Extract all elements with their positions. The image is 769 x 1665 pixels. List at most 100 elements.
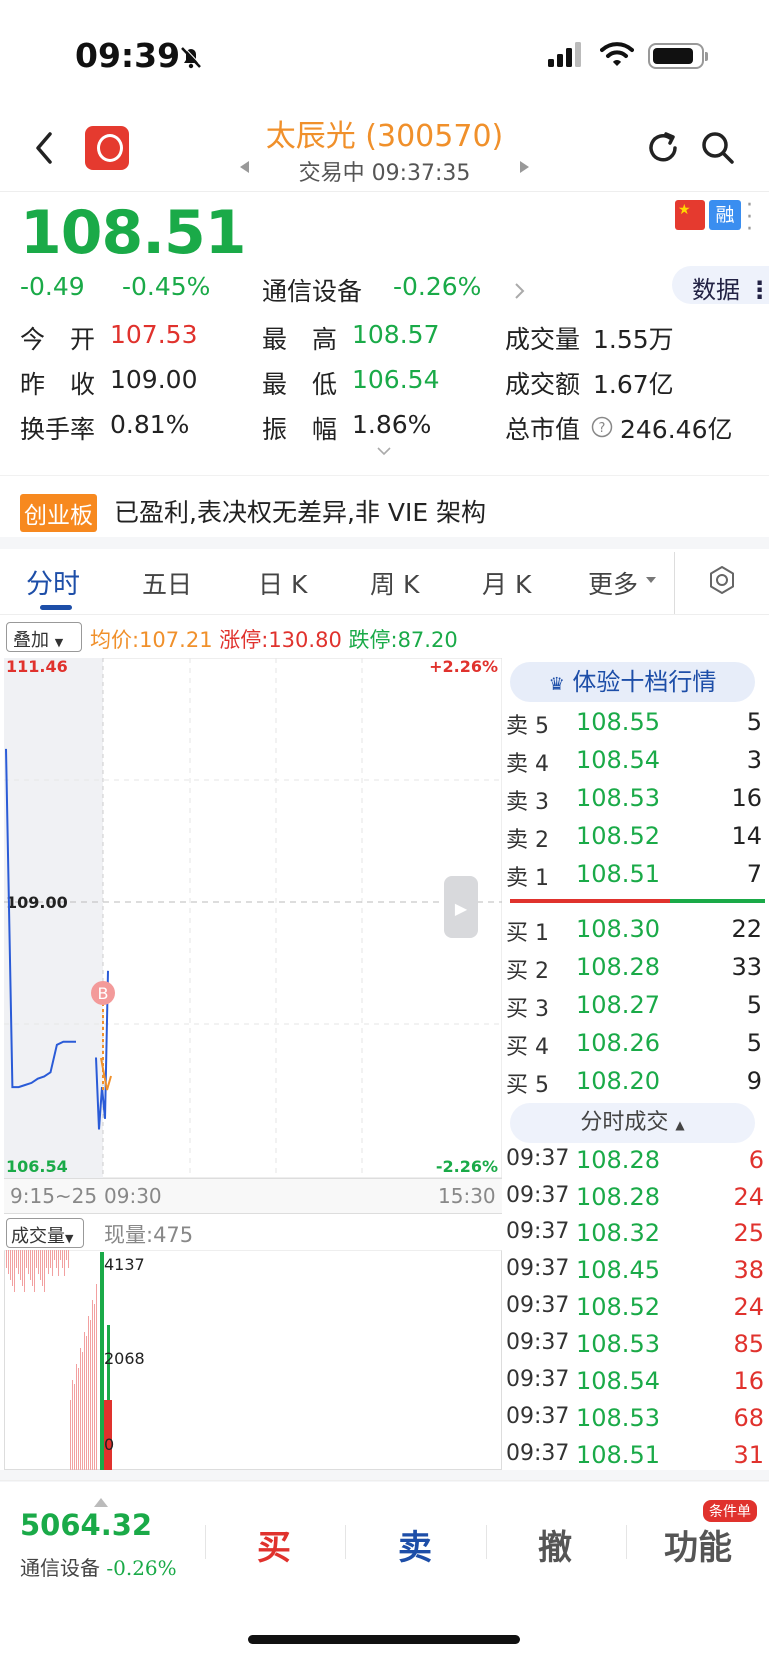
volume-dropdown[interactable]: 成交量▼ xyxy=(6,1218,84,1248)
trade-volume: 85 xyxy=(733,1330,764,1358)
tab-daily-k[interactable]: 日 K xyxy=(258,565,307,601)
gear-icon[interactable] xyxy=(706,564,738,596)
volume-bar xyxy=(42,1250,43,1286)
tab-weekly-k[interactable]: 周 K xyxy=(370,565,419,601)
search-icon[interactable] xyxy=(700,130,736,166)
bid-volume: 33 xyxy=(731,953,762,981)
volume-bar xyxy=(38,1250,39,1274)
trade-time: 09:37 xyxy=(506,1367,570,1392)
intraday-price-chart[interactable]: 111.46 +2.26% 109.00 106.54 -2.26% B ▶ xyxy=(4,658,502,1178)
data-button[interactable]: 数据 ⋮ xyxy=(672,266,769,304)
cellular-signal-icon xyxy=(548,42,581,67)
trade-price: 108.52 xyxy=(576,1293,660,1321)
volume-bar xyxy=(68,1250,69,1268)
volume-bar xyxy=(54,1250,55,1260)
function-button[interactable]: 功能 xyxy=(664,1520,732,1569)
ask-label: 卖 5 xyxy=(506,714,549,739)
tab-more[interactable]: 更多 xyxy=(588,565,638,601)
expand-chevron-icon[interactable] xyxy=(376,446,392,456)
volume-bar xyxy=(74,1384,75,1470)
index-info[interactable]: 通信设备 -0.26% xyxy=(20,1552,177,1581)
trade-time: 09:37 xyxy=(506,1219,570,1244)
tab-active-indicator xyxy=(40,605,72,610)
divider xyxy=(0,475,769,476)
bid-row: 买 2 108.28 33 xyxy=(504,953,764,989)
time-label-open: 09:30 xyxy=(104,1184,162,1208)
buy-button[interactable]: 买 xyxy=(257,1520,291,1569)
volume-bar xyxy=(76,1364,77,1470)
trade-price: 108.28 xyxy=(576,1183,660,1211)
ask-row: 卖 4 108.54 3 xyxy=(504,746,764,782)
conditional-order-badge: 条件单 xyxy=(703,1500,757,1522)
volume-bar xyxy=(6,1250,7,1268)
index-value[interactable]: 5064.32 xyxy=(20,1508,152,1542)
volume-bar xyxy=(48,1250,49,1274)
ask-price: 108.51 xyxy=(576,860,660,888)
cancel-order-button[interactable]: 撤 xyxy=(538,1520,572,1569)
volume-bar xyxy=(14,1250,15,1292)
volume-bar xyxy=(20,1250,21,1280)
bid-row: 买 3 108.27 5 xyxy=(504,991,764,1027)
help-icon[interactable]: ? xyxy=(591,416,613,438)
ask-label: 卖 2 xyxy=(506,828,549,853)
sell-button[interactable]: 卖 xyxy=(398,1520,432,1569)
tab-intraday[interactable]: 分时 xyxy=(26,562,80,601)
tab-five-day[interactable]: 五日 xyxy=(142,565,192,601)
status-time: 09:39 xyxy=(75,36,181,75)
bid-label: 买 3 xyxy=(506,997,549,1022)
volume-bar xyxy=(62,1250,63,1268)
trade-volume: 24 xyxy=(733,1183,764,1211)
stat-label-prev-close: 昨 收 xyxy=(20,370,96,399)
china-flag-icon: ★ xyxy=(675,200,705,230)
board-description: 已盈利,表决权无差异,非 VIE 架构 xyxy=(114,498,487,527)
ask-label: 卖 4 xyxy=(506,752,549,777)
stat-value-prev-close: 109.00 xyxy=(110,365,198,394)
divider xyxy=(345,1525,346,1559)
ask-price: 108.52 xyxy=(576,822,660,850)
avg-price: 均价:107.21 xyxy=(90,628,213,652)
ask-label: 卖 1 xyxy=(506,866,549,891)
volume-bar xyxy=(82,1352,83,1470)
volume-bar xyxy=(44,1250,45,1292)
wifi-icon xyxy=(600,42,634,66)
stat-value-open: 107.53 xyxy=(110,320,198,349)
trades-toggle[interactable]: 分时成交 ▲ xyxy=(510,1103,755,1143)
bid-label: 买 1 xyxy=(506,921,549,946)
next-stock-arrow-icon[interactable] xyxy=(520,161,529,173)
buy-marker-label: B xyxy=(98,984,109,1003)
trade-row: 09:37 108.52 24 xyxy=(504,1293,766,1329)
bid-row: 买 5 108.20 9 xyxy=(504,1067,764,1103)
volume-bar xyxy=(84,1332,85,1470)
volume-bar xyxy=(26,1250,27,1268)
margin-badge[interactable]: 融 xyxy=(709,200,741,230)
volume-bar xyxy=(28,1250,29,1274)
bid-row: 买 4 108.26 5 xyxy=(504,1029,764,1065)
level10-quote-button[interactable]: ♛ 体验十档行情 xyxy=(510,662,755,702)
ask-row: 卖 2 108.52 14 xyxy=(504,822,764,858)
trade-price: 108.32 xyxy=(576,1219,660,1247)
trade-price: 108.45 xyxy=(576,1256,660,1284)
volume-chart: 4137 2068 0 xyxy=(6,1250,145,1470)
ask-label: 卖 3 xyxy=(506,790,549,815)
sector-name[interactable]: 通信设备 xyxy=(262,272,362,308)
volume-bar xyxy=(94,1304,95,1470)
volume-bar xyxy=(80,1348,81,1470)
overlay-dropdown[interactable]: 叠加 ▼ xyxy=(6,622,82,652)
more-dots-icon[interactable]: · · · xyxy=(746,195,756,241)
level10-label: 体验十档行情 xyxy=(572,668,717,696)
tab-monthly-k[interactable]: 月 K xyxy=(482,565,531,601)
ask-volume: 3 xyxy=(746,746,762,774)
trade-time: 09:37 xyxy=(506,1330,570,1355)
stat-label-volume: 成交量 xyxy=(505,325,581,354)
ask-volume: 5 xyxy=(746,708,762,736)
section-gap xyxy=(0,537,769,549)
sector-change-pct[interactable]: -0.26% xyxy=(393,272,481,301)
volume-bar xyxy=(12,1250,13,1286)
price-max-label: 111.46 xyxy=(6,658,68,676)
volume-bar xyxy=(34,1250,35,1292)
crown-icon: ♛ xyxy=(548,674,565,695)
refresh-icon[interactable] xyxy=(645,130,681,166)
price-change-pct: -0.45% xyxy=(122,272,211,301)
chevron-right-icon[interactable] xyxy=(514,282,526,300)
time-label-close: 15:30 xyxy=(438,1184,496,1208)
